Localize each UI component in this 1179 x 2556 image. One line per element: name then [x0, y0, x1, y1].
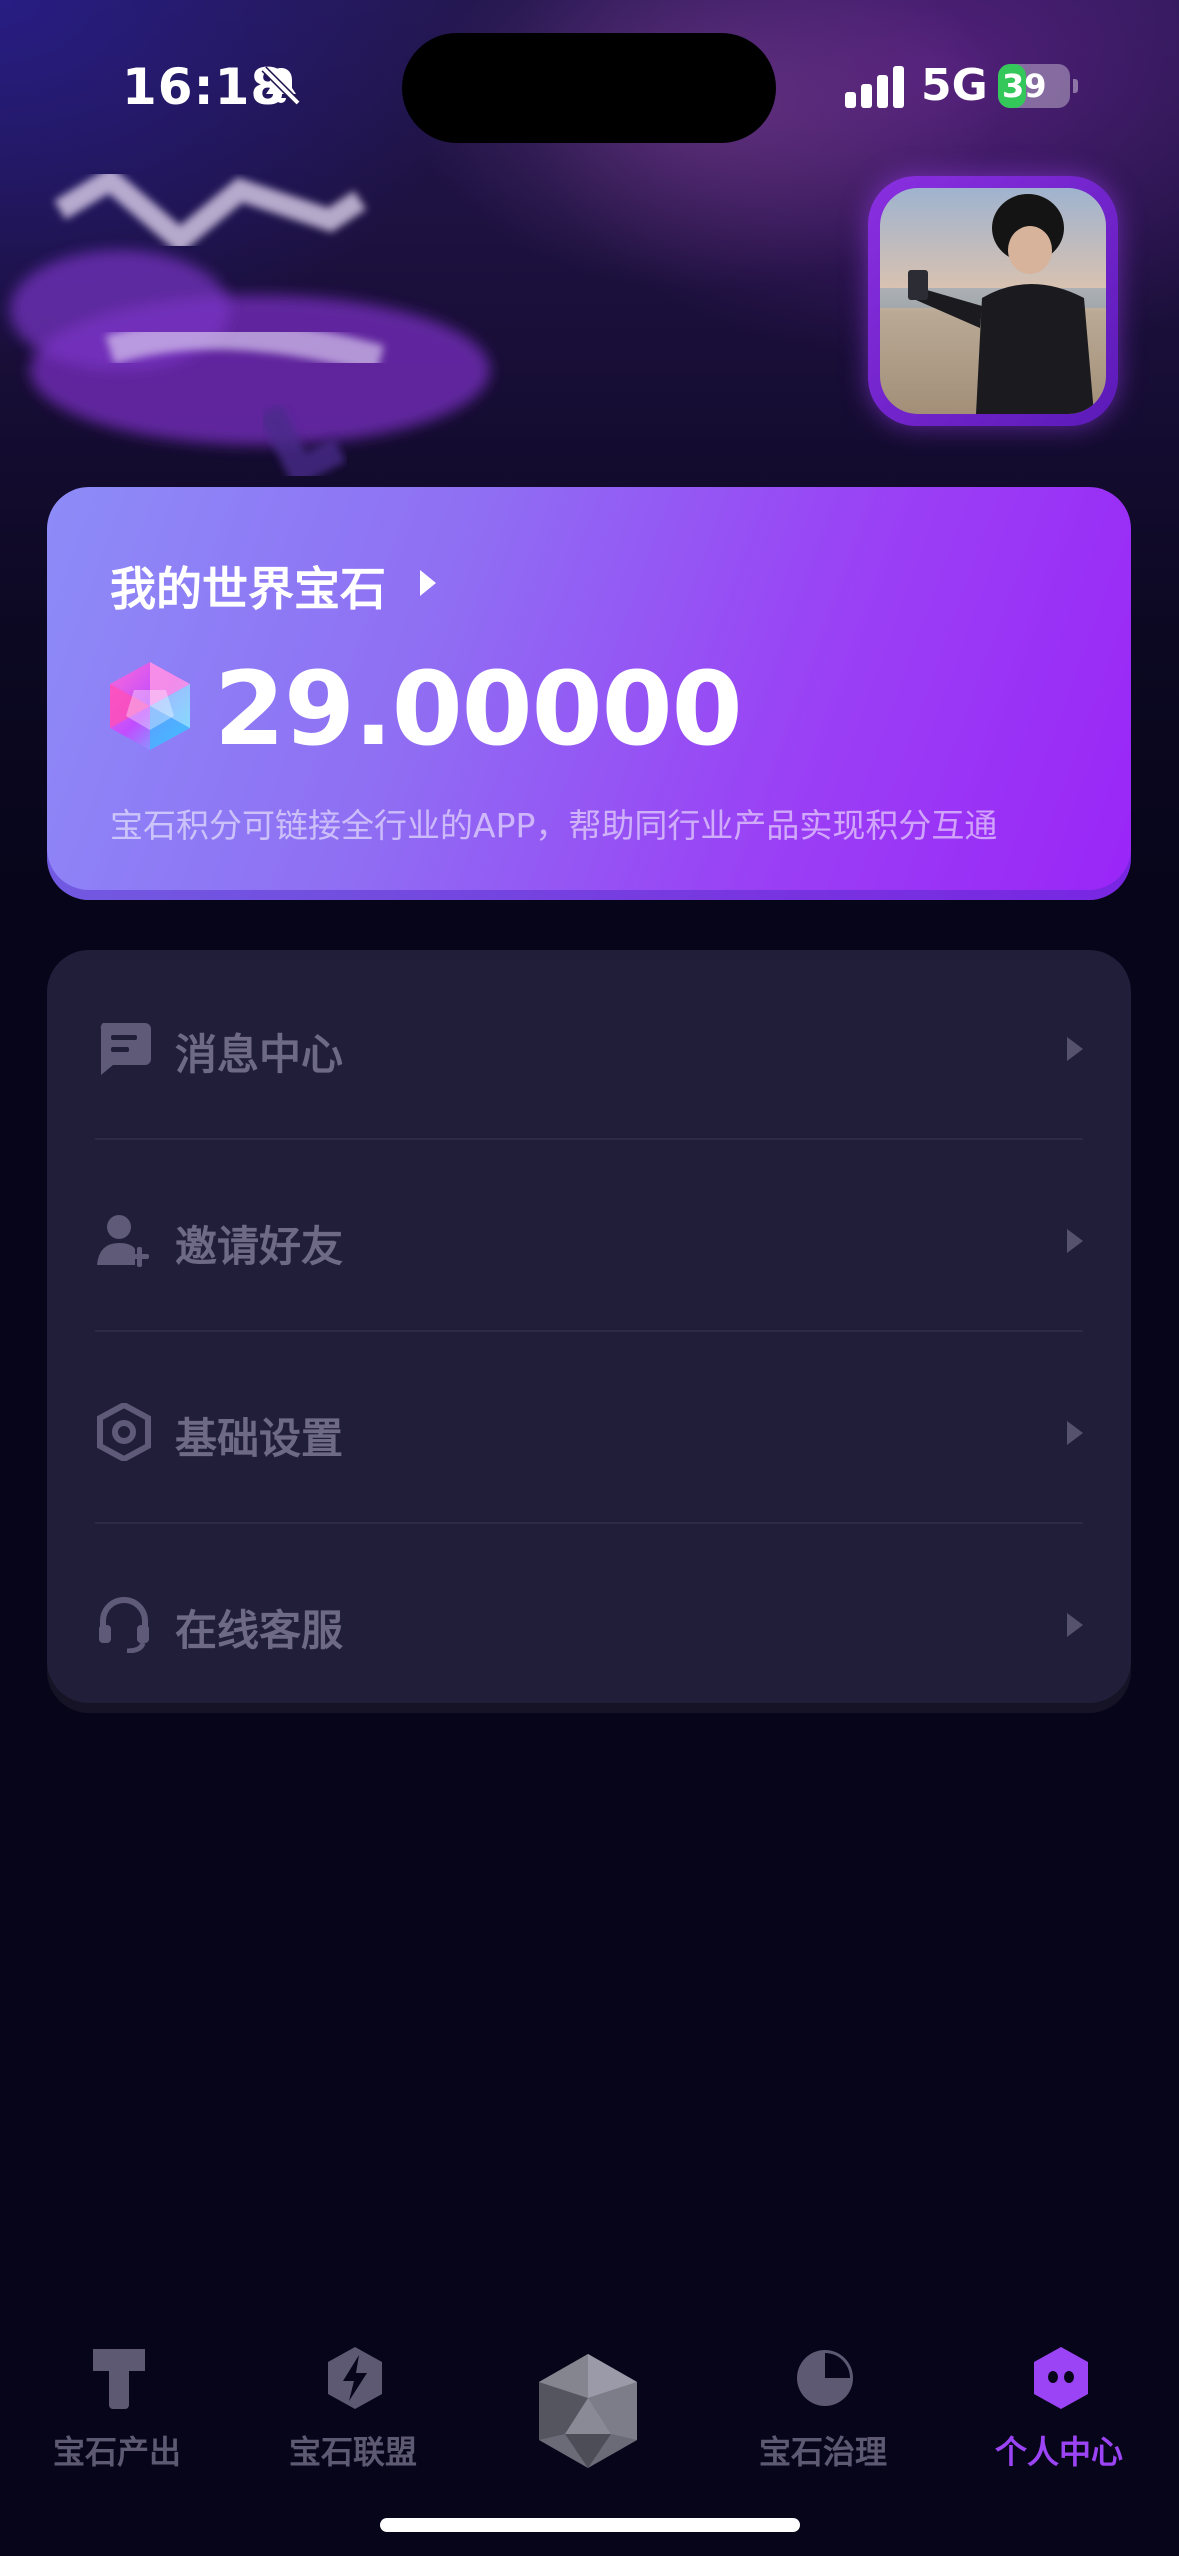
gem-center-icon[interactable] [535, 2352, 641, 2470]
network-type: 5G [921, 60, 988, 111]
settings-hexagon-icon [97, 1403, 151, 1461]
headset-icon [99, 1597, 149, 1653]
tab-gem-alliance[interactable]: 宝石联盟 [253, 2345, 453, 2485]
chevron-right-icon [1067, 1229, 1083, 1253]
menu-item-support[interactable]: 在线客服 [47, 1524, 1131, 1714]
lightning-hexagon-icon [328, 2347, 382, 2409]
gem-icon [110, 662, 190, 750]
tab-label: 个人中心 [994, 2433, 1123, 2471]
avatar-photo [880, 188, 1106, 414]
bell-muted-icon [261, 66, 301, 106]
gem-balance-value: 29.00000 [214, 650, 743, 769]
cellular-signal-icon [845, 66, 904, 108]
menu-label-invite: 邀请好友 [175, 1222, 344, 1271]
menu-item-invite[interactable]: 邀请好友 [47, 1140, 1131, 1330]
dynamic-island [402, 33, 776, 143]
gem-card-description: 宝石积分可链接全行业的APP，帮助同行业产品实现积分互通 [110, 806, 998, 845]
chevron-right-icon [1067, 1613, 1083, 1637]
chevron-right-icon [1067, 1037, 1083, 1061]
menu-label-support: 在线客服 [175, 1606, 344, 1655]
tab-gem-output[interactable]: 宝石产出 [17, 2345, 217, 2485]
message-icon [100, 1023, 151, 1075]
menu-label-messages: 消息中心 [175, 1030, 344, 1079]
tab-personal-center[interactable]: 个人中心 [959, 2345, 1159, 2485]
add-user-icon [97, 1215, 149, 1267]
logo-scribble [10, 166, 490, 488]
t-block-icon [93, 2349, 145, 2409]
menu-item-messages[interactable]: 消息中心 [47, 948, 1131, 1138]
tab-label: 宝石产出 [52, 2433, 181, 2471]
home-indicator[interactable] [380, 2518, 800, 2532]
pie-chart-icon [797, 2350, 853, 2406]
gem-card-title[interactable]: 我的世界宝石 [110, 553, 386, 619]
tab-gem-governance[interactable]: 宝石治理 [723, 2345, 923, 2485]
tab-label: 宝石联盟 [288, 2433, 417, 2471]
battery-indicator: 39 [998, 64, 1078, 108]
chevron-right-icon [1067, 1421, 1083, 1445]
profile-hexagon-icon [1034, 2347, 1088, 2409]
caret-right-icon [420, 570, 436, 596]
menu-label-settings: 基础设置 [175, 1414, 344, 1463]
menu-item-settings[interactable]: 基础设置 [47, 1332, 1131, 1522]
battery-percent: 39 [1002, 67, 1047, 105]
tab-label: 宝石治理 [758, 2433, 887, 2471]
user-avatar[interactable] [868, 176, 1118, 426]
